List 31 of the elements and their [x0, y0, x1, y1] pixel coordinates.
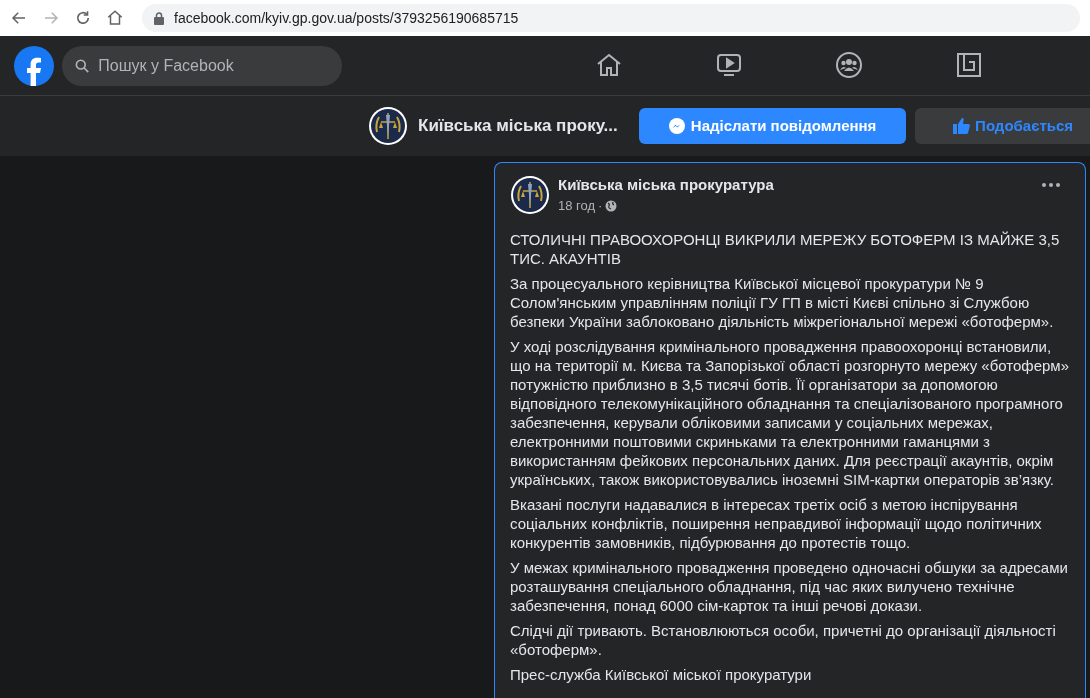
search-input[interactable]: Пошук у Facebook	[98, 53, 330, 78]
post-paragraph: За процесуального керівництва Київської місцевої прокуратури № 9 Солом'янським управлінням поліції ГУ ГП в місті Києві спільно зі Службою безпеки України заблоковано діяльність міжрегіональної мережі «ботоферм».	[510, 273, 1055, 331]
lock-icon	[154, 11, 164, 25]
thumbs-up-icon	[953, 118, 971, 134]
home-icon[interactable]	[596, 52, 622, 78]
post-time[interactable]: 18 год	[558, 196, 596, 216]
post-paragraph: У межах кримінального провадження проведено одночасні обшуки за адресами розташування спеціального обладнання, під час яких вилучено технічне забезпечення, понад 6000 сім-карток та інші речові докази.	[510, 557, 1069, 615]
post-paragraph: Прес-служба Київської міської прокуратури	[510, 664, 813, 684]
address-bar[interactable]: facebook.com/kyiv.gp.gov.ua/posts/3793256190685715	[142, 4, 1080, 32]
reload-icon[interactable]	[74, 9, 92, 27]
back-icon[interactable]	[10, 9, 28, 27]
post-paragraph: Вказані послуги надавалися в інтересах третіх осіб з метою інспірування соціальних конфліктів, поширення неправдивої інформації щодо політичних конкурентів замовників, підбурювання до протестів тощо.	[510, 494, 1043, 552]
gaming-icon[interactable]	[956, 52, 982, 78]
separator-dot: ·	[598, 197, 603, 215]
post-paragraph: Слідчі дії тривають. Встановлюються особи, причетні до організації діяльності «ботоферм».	[510, 620, 1057, 659]
page-name[interactable]: Київська міська проку...	[418, 113, 631, 139]
post-paragraph: У ході розслідування кримінального провадження правоохоронці встановили, що на території м. Києва та Запорізької області розгорнуто мережу «ботоферм» потужністю приблизно в 3,5 тисячі ботів. Її організатори за допомогою відповідного телекомунікаційного обладнання та спеціалізованого програмного забезпечення, керували обліковими записами у соціальних мережах, електронними поштовими скриньками та електронними гаманцями з використанням фейкових персональних даних. Для реєстрації акаунтів, окрім українських, також використовувались іноземні SIM-картки операторів зв’язку.	[510, 336, 1071, 489]
video-icon[interactable]	[716, 52, 742, 78]
post-author[interactable]: Київська міська прокуратура	[558, 175, 774, 194]
emblem-icon	[368, 106, 408, 146]
more-options-icon[interactable]	[1042, 183, 1060, 187]
url-text: facebook.com/kyiv.gp.gov.ua/posts/3793256190685715	[174, 8, 519, 28]
home-icon[interactable]	[106, 9, 124, 27]
search-icon	[74, 56, 91, 75]
globe-icon	[605, 199, 618, 212]
messenger-icon	[668, 118, 685, 134]
groups-icon[interactable]	[836, 52, 862, 78]
facebook-logo-icon[interactable]	[14, 45, 54, 86]
emblem-icon	[510, 175, 550, 215]
search-field[interactable]: Пошук у Facebook	[62, 45, 342, 86]
post-paragraph: СТОЛИЧНІ ПРАВООХОРОНЦІ ВИКРИЛИ МЕРЕЖУ БОТОФЕРМ ІЗ МАЙЖЕ 3,5 ТИС. АКАУНТІВ	[510, 229, 1061, 268]
